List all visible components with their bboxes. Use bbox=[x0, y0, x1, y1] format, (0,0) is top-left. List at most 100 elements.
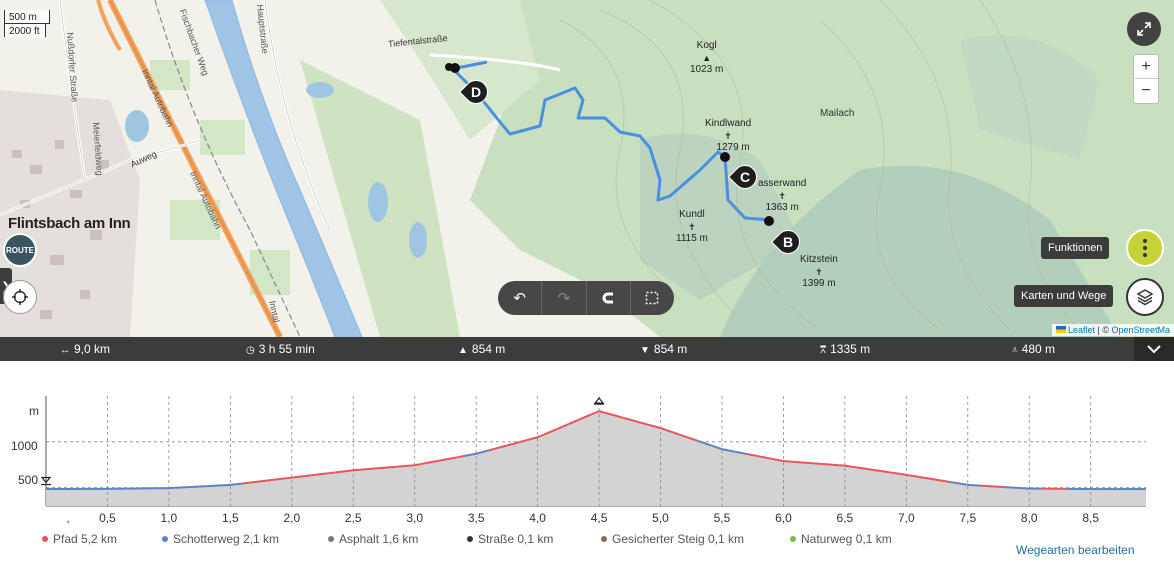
stat-distance-value: 9,0 km bbox=[74, 342, 111, 356]
stat-descent: ▼ 854 m bbox=[640, 342, 687, 356]
elevation-line-segment bbox=[906, 473, 913, 477]
x-tick-label: 3,5 bbox=[468, 511, 485, 525]
legend-dot-icon bbox=[328, 536, 334, 542]
edit-path-types-link[interactable]: Wegearten bearbeiten bbox=[1016, 543, 1135, 557]
peak-cross-icon: ✝ bbox=[815, 267, 823, 277]
elevation-line-segment bbox=[346, 469, 354, 472]
peak-elevation: 1023 m bbox=[690, 64, 724, 75]
peak-name: Kindlwand bbox=[705, 118, 752, 129]
distance-icon: ↔ bbox=[60, 345, 70, 356]
elevation-line-segment bbox=[297, 475, 305, 478]
x-tick-label: 2,5 bbox=[345, 511, 362, 525]
x-tick-label: 0,5 bbox=[99, 511, 116, 525]
elevation-line-segment bbox=[881, 470, 889, 474]
flag-icon bbox=[1055, 326, 1066, 333]
leaflet-link[interactable]: Leaflet bbox=[1068, 325, 1095, 335]
layers-button[interactable] bbox=[1126, 278, 1164, 316]
x-tick-label: 5,5 bbox=[714, 511, 731, 525]
elevation-line-segment bbox=[875, 469, 882, 473]
elevation-line-segment bbox=[439, 458, 446, 462]
town-label: Flintsbach am Inn bbox=[8, 215, 131, 232]
elevation-line-segment bbox=[230, 483, 237, 486]
legend-dot-icon bbox=[162, 536, 168, 542]
peak-riesenwand: asserwand ✝ 1363 m bbox=[758, 178, 806, 214]
peak-elevation: 1399 m bbox=[802, 278, 836, 289]
collapse-profile-button[interactable] bbox=[1134, 337, 1174, 361]
elevation-line-segment bbox=[777, 458, 784, 463]
fullscreen-button[interactable] bbox=[1127, 12, 1161, 46]
app-logo-button[interactable]: ROUTE bbox=[3, 233, 37, 267]
peak-kundl: Kundl ✝ 1115 m bbox=[676, 209, 708, 245]
elevation-line-segment bbox=[408, 464, 415, 467]
peak-cross-icon: ✝ bbox=[778, 191, 786, 201]
functions-button[interactable] bbox=[1126, 229, 1164, 267]
legend-label: Gesicherter Steig 0,1 km bbox=[612, 532, 745, 546]
elevation-line-segment bbox=[912, 474, 919, 478]
elevation-line-segment bbox=[377, 466, 385, 470]
x-tick-label: 6,0 bbox=[775, 511, 792, 525]
lowest-point-icon: ⩡ bbox=[1012, 345, 1018, 356]
legend-label: Asphalt 1,6 km bbox=[339, 532, 419, 546]
peak-name: asserwand bbox=[758, 178, 807, 189]
stat-distance: ↔ 9,0 km bbox=[60, 342, 110, 356]
elevation-line-segment bbox=[900, 472, 907, 476]
zoom-out-button[interactable]: − bbox=[1134, 79, 1158, 103]
elevation-line-segment bbox=[242, 481, 249, 485]
scale-imperial: 2000 ft bbox=[4, 24, 46, 37]
elevation-line-segment bbox=[371, 467, 378, 470]
x-tick-label: 4,0 bbox=[529, 511, 546, 525]
legend-item: Straße 0,1 km bbox=[467, 532, 553, 546]
elevation-line-segment bbox=[764, 456, 772, 460]
elevation-line-segment bbox=[254, 480, 262, 483]
elevation-line-segment bbox=[918, 475, 925, 479]
elevation-line-segment bbox=[322, 472, 329, 475]
elevation-line-segment bbox=[863, 467, 870, 471]
peak-kogl: Kogl ▲ 1023 m bbox=[690, 40, 723, 76]
elevation-line-segment bbox=[316, 472, 323, 476]
elevation-line-segment bbox=[463, 453, 471, 458]
legend-label: Straße 0,1 km bbox=[478, 532, 554, 546]
x-tick-label: 8,0 bbox=[1021, 511, 1038, 525]
legend-item: Naturweg 0,1 km bbox=[790, 532, 892, 546]
elevation-line-segment bbox=[310, 473, 317, 477]
undo-button[interactable]: ↶ bbox=[498, 281, 543, 315]
legend-item: Pfad 5,2 km bbox=[42, 532, 117, 546]
elevation-line-segment bbox=[426, 460, 434, 464]
stat-ascent-value: 854 m bbox=[471, 342, 506, 356]
osm-link[interactable]: OpenStreetMa bbox=[1111, 325, 1170, 335]
elevation-line-segment bbox=[721, 448, 729, 452]
route-edit-toolbar: ↶ ↷ bbox=[498, 281, 674, 315]
elevation-line-segment bbox=[432, 459, 440, 463]
elevation-line-segment bbox=[365, 467, 372, 471]
legend-dot-icon bbox=[467, 536, 473, 542]
redo-button[interactable]: ↷ bbox=[542, 281, 587, 315]
select-area-button[interactable] bbox=[631, 281, 674, 315]
elevation-line-segment bbox=[273, 478, 280, 481]
map-attribution: Leaflet | © OpenStreetMa bbox=[1051, 324, 1174, 336]
elevation-line-segment bbox=[445, 457, 452, 461]
elevation-line-segment bbox=[961, 482, 968, 486]
elevation-line-segment bbox=[236, 482, 243, 486]
chevron-down-icon bbox=[1147, 344, 1161, 353]
locate-button[interactable] bbox=[3, 280, 37, 314]
zoom-in-button[interactable]: + bbox=[1134, 55, 1158, 79]
elevation-line-segment bbox=[844, 464, 852, 468]
expand-icon bbox=[1137, 22, 1151, 36]
elevation-area bbox=[46, 411, 1146, 506]
elevation-line-segment bbox=[383, 466, 391, 469]
place-label-mailach: Mailach bbox=[820, 108, 855, 119]
peak-kitzstein: Kitzstein ✝ 1399 m bbox=[800, 254, 838, 290]
peak-icon: ▲ bbox=[702, 53, 712, 63]
elevation-line-segment bbox=[402, 464, 409, 468]
elevation-line-segment bbox=[414, 463, 422, 467]
ascent-icon: ▲ bbox=[458, 345, 468, 356]
elevation-line-segment bbox=[949, 480, 956, 484]
zoom-control: + − bbox=[1133, 54, 1159, 104]
scale-metric: 500 m bbox=[4, 10, 50, 24]
map[interactable]: Flintsbach am Inn Tiefentalstraße Nußdor… bbox=[0, 0, 1174, 337]
redo-icon: ↷ bbox=[557, 290, 571, 307]
attribution-separator: | © bbox=[1094, 325, 1112, 335]
snap-magnet-button[interactable] bbox=[587, 281, 631, 315]
elevation-chart[interactable]: , 0,5 1,0 1,5 2,0 2,5 3,0 3,5 4,0 4,5 5,0 5,5 6,0 6,5… bbox=[0, 361, 1174, 531]
elevation-line-segment bbox=[936, 478, 944, 482]
